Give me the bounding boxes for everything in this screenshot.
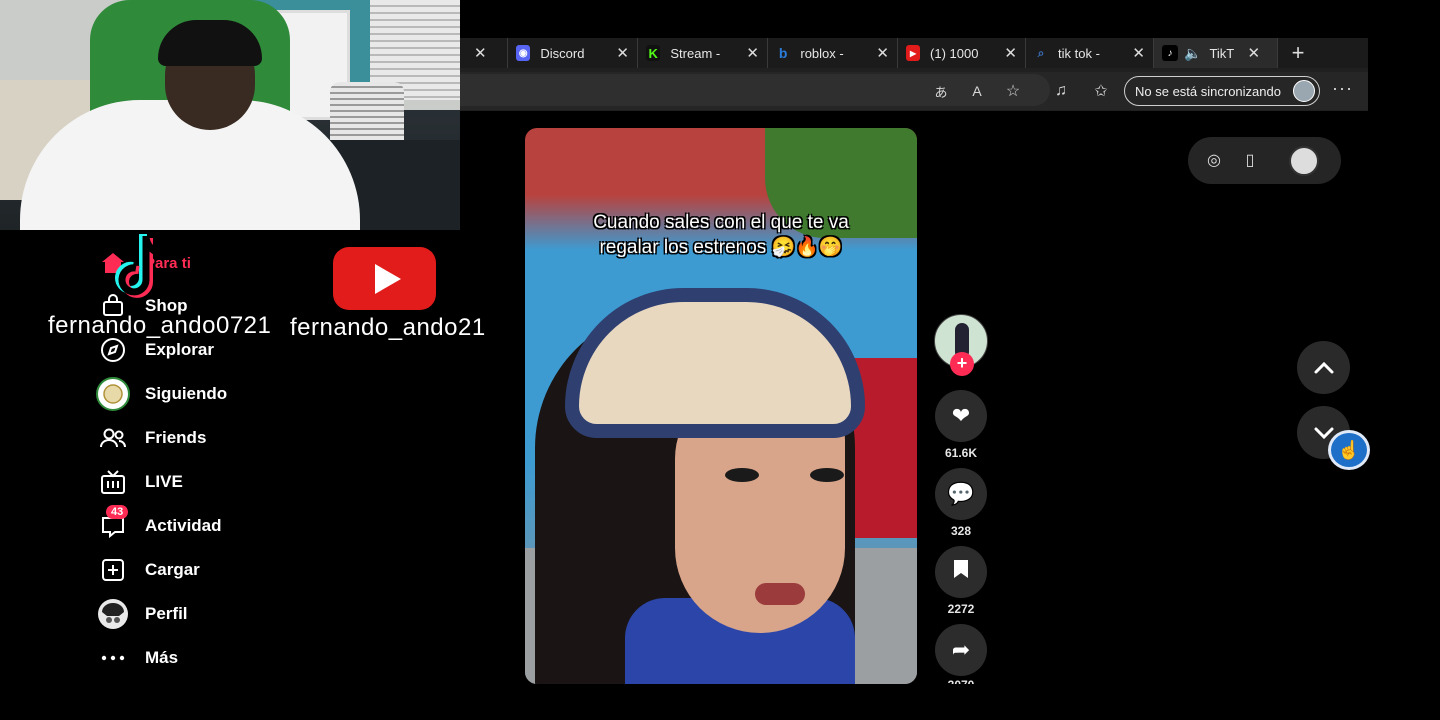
comment-bubble-icon: 💬 — [947, 481, 975, 506]
phone-app-icon[interactable]: ▯ — [1239, 149, 1261, 171]
sidebar-item-mas[interactable]: Más — [96, 643, 178, 673]
tab-partial[interactable]: ✕ — [460, 38, 508, 68]
sidebar-item-actividad[interactable]: 43 Actividad — [96, 505, 222, 541]
share-button[interactable]: ➦ — [935, 624, 987, 676]
save-count: 2272 — [947, 602, 975, 616]
inbox-icon: 43 — [96, 505, 130, 541]
browser-menu-dots-icon[interactable]: ··· — [1332, 78, 1353, 99]
search-icon: ⌕ — [1037, 45, 1045, 60]
tiktok-icon: ♪ — [1162, 45, 1178, 61]
close-tab-icon[interactable]: ✕ — [616, 44, 629, 62]
favorites-list-icon[interactable]: ✩ — [1090, 80, 1112, 102]
tab-tiktok-search[interactable]: ⌕ tik tok - ✕ — [1026, 38, 1154, 68]
sync-status-label: No se está sincronizando — [1135, 83, 1281, 99]
youtube-icon: ▶ — [906, 45, 921, 61]
browser-window-chrome: ✕ ◉ Discord ✕ K Stream - ✕ b roblox - ✕ … — [460, 38, 1368, 111]
tab-tiktok[interactable]: ♪ 🔈 TikT ✕ — [1154, 38, 1278, 68]
sidebar-item-label: Más — [145, 648, 179, 667]
sidebar-item-label: Perfil — [145, 604, 188, 623]
hand-cursor-icon: ☝ — [1328, 430, 1370, 470]
youtube-logo-icon — [333, 247, 436, 310]
video-person-lips — [755, 583, 805, 605]
sidebar-item-friends[interactable]: Friends — [96, 423, 206, 453]
comment-count: 328 — [950, 524, 972, 538]
webcam-overlay — [0, 0, 460, 230]
profile-avatar-icon — [96, 599, 130, 629]
follow-plus-button[interactable]: + — [950, 352, 974, 376]
save-button[interactable] — [935, 546, 987, 598]
play-triangle-icon — [374, 263, 401, 294]
tab-title: tik tok - — [1058, 45, 1100, 61]
upload-icon — [96, 555, 130, 585]
tiktok-logo-icon — [112, 232, 176, 304]
sidebar-item-label: Explorar — [145, 340, 214, 359]
tab-title: (1) 1000 — [930, 45, 979, 61]
tab-title: TikT — [1209, 45, 1235, 61]
tiktok-coins-icon[interactable]: ◎ — [1203, 149, 1225, 171]
tab-youtube[interactable]: ▶ (1) 1000 ✕ — [898, 38, 1026, 68]
speaker-icon[interactable]: 🔈 — [1184, 45, 1201, 62]
translate-icon[interactable]: あ — [930, 80, 952, 102]
tab-title: Discord — [540, 45, 585, 61]
browser-profile-avatar — [1293, 80, 1315, 102]
close-tab-icon[interactable]: ✕ — [474, 44, 487, 62]
discord-icon: ◉ — [516, 45, 531, 61]
sidebar-item-label: Siguiendo — [145, 384, 228, 403]
more-dots-icon — [96, 643, 130, 673]
youtube-handle-text: fernando_ando21 — [290, 314, 486, 341]
bookmark-icon — [952, 558, 970, 586]
kick-icon: K — [646, 45, 661, 61]
video-person-bandana — [565, 288, 865, 438]
close-tab-icon[interactable]: ✕ — [1247, 44, 1260, 62]
webcam-person-hair — [158, 20, 262, 66]
tab-title: Stream - — [670, 45, 721, 61]
tiktok-handle-text: fernando_ando0721 — [48, 312, 272, 339]
sidebar-item-label: Cargar — [145, 560, 200, 579]
friends-icon — [96, 423, 130, 453]
sidebar-item-perfil[interactable]: Perfil — [96, 599, 188, 629]
like-count: 61.6K — [944, 446, 978, 460]
previous-video-button[interactable] — [1297, 341, 1350, 394]
sidebar-item-siguiendo[interactable]: Siguiendo — [96, 377, 228, 411]
comment-button[interactable]: 💬 — [935, 468, 987, 520]
tab-roblox[interactable]: b roblox - ✕ — [768, 38, 898, 68]
sidebar-item-label: LIVE — [145, 472, 183, 491]
tab-stream[interactable]: K Stream - ✕ — [638, 38, 768, 68]
notification-badge: 43 — [106, 505, 129, 519]
user-avatar[interactable] — [1289, 146, 1319, 176]
address-toolbar: あ A ☆ ♫ ✩ No se está sincronizando ··· — [460, 72, 1368, 110]
close-tab-icon[interactable]: ✕ — [876, 44, 889, 62]
video-player[interactable]: Cuando sales con el que te va regalar lo… — [525, 128, 917, 684]
sidebar-item-label: Actividad — [145, 516, 222, 535]
chevron-up-icon — [1314, 361, 1333, 373]
live-tv-icon — [96, 467, 130, 497]
tab-discord[interactable]: ◉ Discord ✕ — [508, 38, 638, 68]
video-caption: Cuando sales con el que te va regalar lo… — [525, 210, 917, 260]
video-person-eye — [810, 468, 844, 482]
address-bar[interactable] — [460, 74, 1050, 106]
following-avatar-icon — [96, 377, 130, 411]
favorite-star-icon[interactable]: ☆ — [1002, 80, 1024, 102]
caption-line: Cuando sales con el que te va — [593, 212, 849, 233]
bing-icon: b — [778, 45, 788, 61]
top-right-controls: ◎ ▯ — [1188, 137, 1341, 184]
video-person-eye — [725, 468, 759, 482]
sync-status-button[interactable]: No se está sincronizando — [1124, 76, 1320, 106]
sidebar-item-live[interactable]: LIVE — [96, 467, 183, 497]
extensions-icon[interactable]: ♫ — [1050, 80, 1072, 102]
sidebar-item-cargar[interactable]: Cargar — [96, 555, 200, 585]
like-button[interactable]: ❤ — [935, 390, 987, 442]
tab-title: roblox - — [800, 45, 844, 61]
close-tab-icon[interactable]: ✕ — [746, 44, 759, 62]
tab-bar: ✕ ◉ Discord ✕ K Stream - ✕ b roblox - ✕ … — [460, 38, 1368, 68]
read-aloud-icon[interactable]: A — [966, 80, 988, 102]
new-tab-button[interactable]: + — [1278, 38, 1318, 68]
heart-icon: ❤ — [951, 403, 971, 428]
close-tab-icon[interactable]: ✕ — [1132, 44, 1145, 62]
share-arrow-icon: ➦ — [951, 637, 971, 662]
share-count: 3070 — [924, 678, 998, 684]
caption-line: regalar los estrenos 🤧🔥🤭 — [599, 237, 843, 258]
close-tab-icon[interactable]: ✕ — [1004, 44, 1017, 62]
sidebar-item-label: Friends — [145, 428, 207, 447]
